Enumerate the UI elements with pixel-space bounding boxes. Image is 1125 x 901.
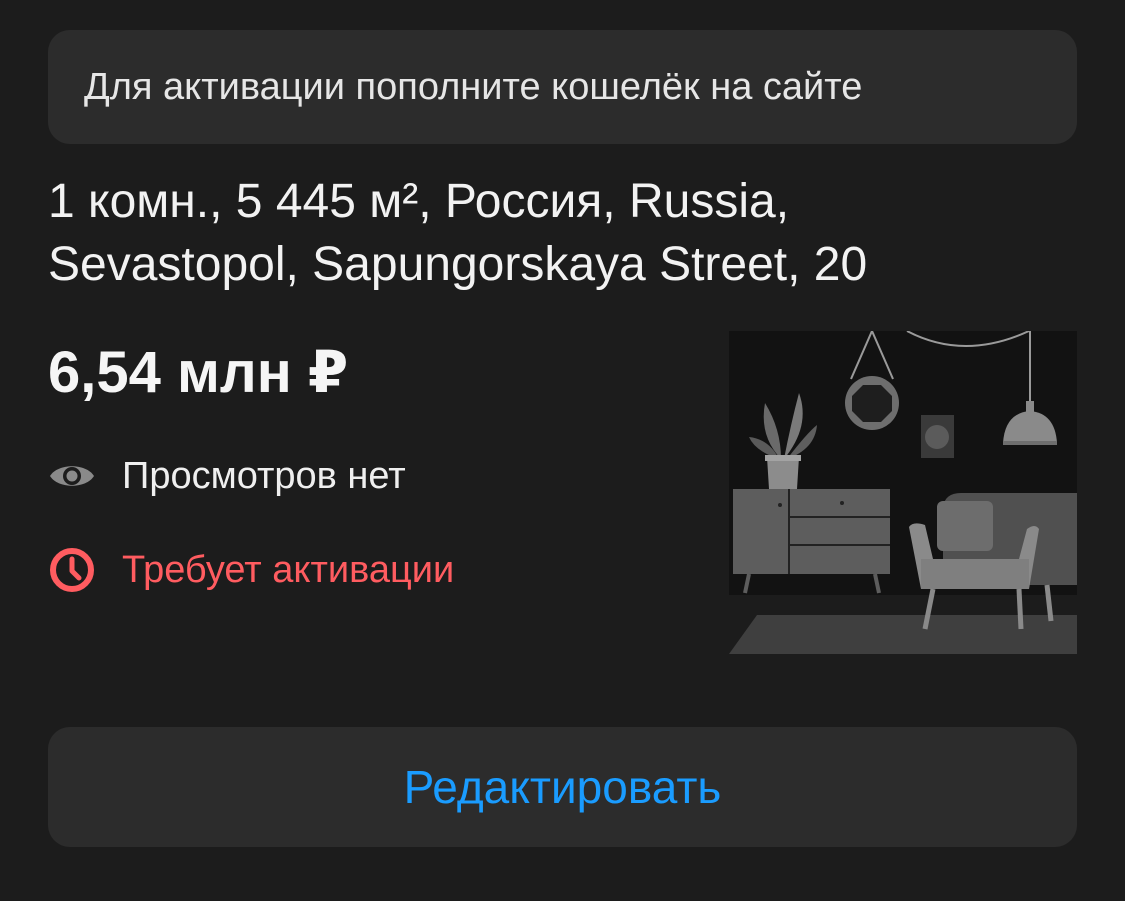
views-row: Просмотров нет [48, 452, 406, 500]
eye-icon [48, 452, 96, 500]
listing-photo-placeholder[interactable] [729, 330, 1077, 654]
clock-icon [48, 546, 96, 594]
wallet-notice-text: Для активации пополните кошелёк на сайте [84, 65, 863, 108]
status-text: Требует активации [122, 548, 455, 591]
listing-price: 6,54 млн ₽ [48, 340, 349, 405]
views-text: Просмотров нет [122, 454, 406, 497]
wallet-notice-banner[interactable]: Для активации пополните кошелёк на сайте [48, 30, 1077, 144]
listing-title: 1 комн., 5 445 м², Россия, Russia, Sevas… [48, 175, 868, 291]
activation-status-row: Требует активации [48, 546, 454, 594]
edit-button[interactable]: Редактировать [48, 727, 1077, 847]
